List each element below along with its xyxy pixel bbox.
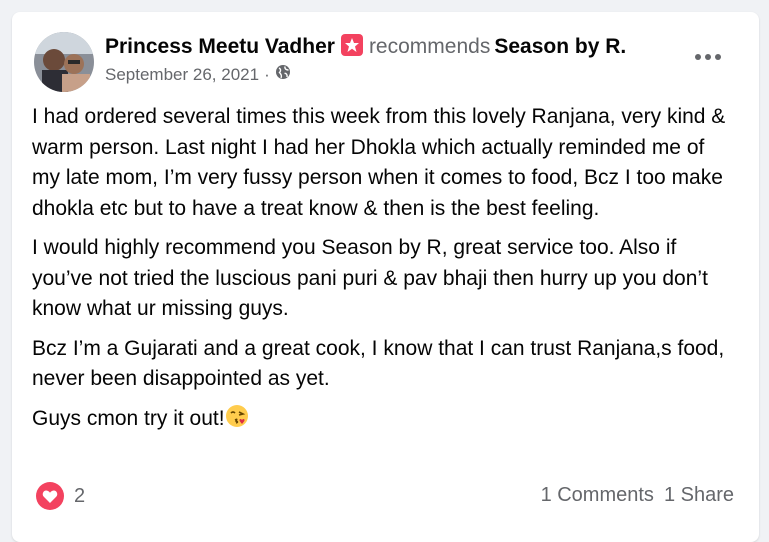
post-stats: 1 Comments 1 Share bbox=[541, 484, 734, 507]
post-card: Princess Meetu Vadher recommends Season by… bbox=[12, 12, 759, 542]
reactions-summary[interactable]: 2 bbox=[36, 482, 85, 510]
post-meta: September 26, 2021 · bbox=[105, 64, 291, 85]
recommends-label: recommends bbox=[368, 35, 491, 58]
dot-icon bbox=[715, 54, 721, 60]
post-date[interactable]: September 26, 2021 bbox=[105, 65, 259, 85]
dot-icon bbox=[695, 54, 701, 60]
shares-count-link[interactable]: 1 Share bbox=[664, 484, 734, 507]
paragraph-last: Guys cmon try it out! bbox=[32, 404, 738, 438]
page-name-link[interactable]: Season by R. bbox=[494, 35, 626, 58]
paragraph: Bcz I’m a Gujarati and a great cook, I k… bbox=[32, 336, 725, 391]
paragraph: I would highly recommend you Season by R… bbox=[32, 236, 708, 320]
dot-icon bbox=[705, 54, 711, 60]
more-options-button[interactable] bbox=[688, 42, 728, 72]
post-text: I had ordered several times this week fr… bbox=[32, 102, 738, 446]
author-name[interactable]: Princess Meetu Vadher bbox=[105, 35, 335, 58]
reaction-count: 2 bbox=[74, 484, 86, 507]
last-line: Guys cmon try it out! bbox=[32, 406, 225, 430]
globe-icon[interactable] bbox=[275, 64, 291, 85]
paragraph: I had ordered several times this week fr… bbox=[32, 105, 726, 220]
post-footer: 2 1 Comments 1 Share bbox=[36, 480, 734, 516]
avatar[interactable] bbox=[34, 32, 94, 92]
face-blowing-kiss-icon bbox=[225, 404, 249, 438]
recommendation-star-icon bbox=[340, 34, 363, 56]
post-header: Princess Meetu Vadher recommends Season by… bbox=[105, 34, 626, 59]
comments-count-link[interactable]: 1 Comments bbox=[541, 484, 654, 507]
love-reaction-icon bbox=[36, 482, 64, 510]
meta-separator: · bbox=[264, 64, 270, 84]
